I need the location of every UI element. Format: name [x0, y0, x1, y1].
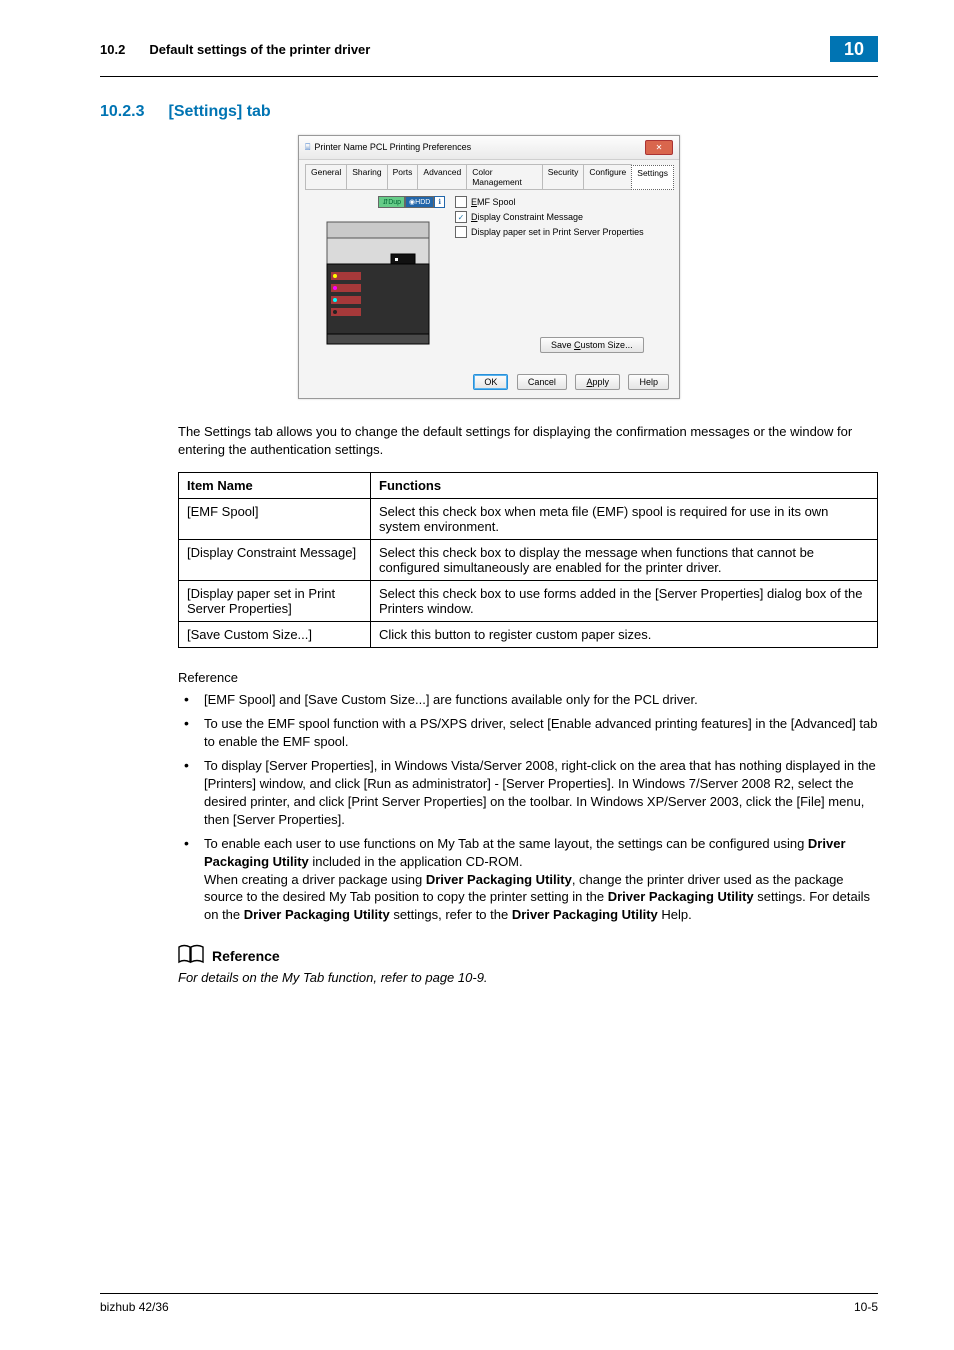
- chapter-badge: 10: [830, 36, 878, 62]
- table-header-func: Functions: [371, 473, 878, 499]
- reference-label: Reference: [178, 670, 878, 685]
- dialog-title: ⌸Printer Name PCL Printing Preferences: [305, 142, 471, 153]
- badge-hdd-icon: ◉HDD: [405, 196, 434, 208]
- book-icon: [178, 944, 204, 968]
- table-header-item: Item Name: [179, 473, 371, 499]
- list-item: To enable each user to use functions on …: [178, 835, 878, 925]
- help-button[interactable]: Help: [628, 374, 669, 390]
- section-number: 10.2.3: [100, 103, 144, 121]
- reference-crossref: For details on the My Tab function, refe…: [178, 970, 878, 985]
- reference-list: [EMF Spool] and [Save Custom Size...] ar…: [178, 691, 878, 924]
- table-row: [Save Custom Size...] Click this button …: [179, 622, 878, 648]
- cancel-button[interactable]: Cancel: [517, 374, 567, 390]
- badge-dup-icon: ⇵Dup: [378, 196, 405, 208]
- printer-icon: [323, 218, 433, 348]
- emf-checkbox[interactable]: [455, 196, 467, 208]
- tab-advanced[interactable]: Advanced: [417, 164, 467, 189]
- table-row: [EMF Spool] Select this check box when m…: [179, 499, 878, 540]
- paper-checkbox[interactable]: [455, 226, 467, 238]
- list-item: To use the EMF spool function with a PS/…: [178, 715, 878, 751]
- badge-info-icon: ℹ: [434, 196, 445, 208]
- close-icon[interactable]: ✕: [645, 140, 673, 155]
- apply-button[interactable]: Apply: [575, 374, 620, 390]
- table-row: [Display Constraint Message] Select this…: [179, 540, 878, 581]
- tab-general[interactable]: General: [305, 164, 347, 189]
- tab-configure[interactable]: Configure: [583, 164, 632, 189]
- printer-preview: ⇵Dup ◉HDD ℹ: [315, 196, 445, 356]
- tab-color-management[interactable]: Color Management: [466, 164, 542, 189]
- tab-security[interactable]: Security: [542, 164, 585, 189]
- constraint-checkbox[interactable]: ✓: [455, 211, 467, 223]
- header-divider: [100, 76, 878, 77]
- intro-paragraph: The Settings tab allows you to change th…: [178, 423, 878, 458]
- tab-ports[interactable]: Ports: [387, 164, 419, 189]
- section-title: [Settings] tab: [168, 103, 270, 121]
- constraint-label: Display Constraint Message: [471, 212, 583, 222]
- dialog-tab-strip: General Sharing Ports Advanced Color Man…: [299, 160, 679, 189]
- header-section-title: Default settings of the printer driver: [149, 42, 370, 57]
- reference-heading: Reference: [212, 948, 280, 964]
- ok-button[interactable]: OK: [473, 374, 508, 390]
- paper-label: Display paper set in Print Server Proper…: [471, 227, 644, 237]
- header-section-no: 10.2: [100, 42, 125, 57]
- list-item: [EMF Spool] and [Save Custom Size...] ar…: [178, 691, 878, 709]
- tab-sharing[interactable]: Sharing: [346, 164, 387, 189]
- emf-label: EMF Spool: [471, 197, 516, 207]
- settings-table: Item Name Functions [EMF Spool] Select t…: [178, 472, 878, 648]
- save-custom-button[interactable]: Save Custom Size...: [540, 337, 644, 353]
- table-row: [Display paper set in Print Server Prope…: [179, 581, 878, 622]
- footer-page: 10-5: [854, 1300, 878, 1314]
- list-item: To display [Server Properties], in Windo…: [178, 757, 878, 829]
- footer-model: bizhub 42/36: [100, 1300, 169, 1314]
- tab-settings[interactable]: Settings: [631, 165, 674, 190]
- settings-dialog: ⌸Printer Name PCL Printing Preferences ✕…: [298, 135, 680, 399]
